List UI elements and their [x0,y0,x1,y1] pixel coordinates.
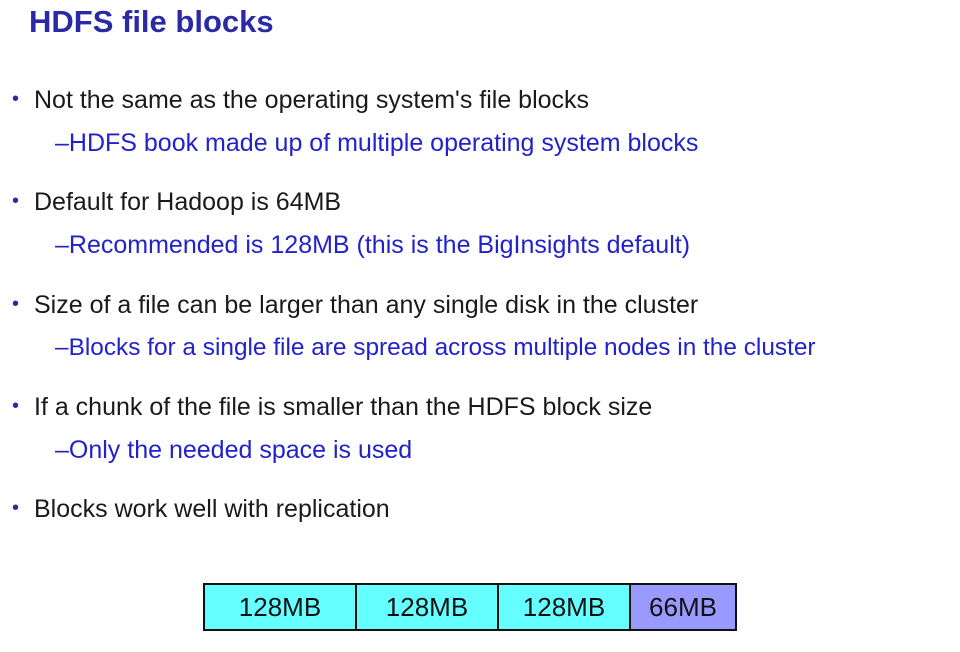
bullet-list: • Not the same as the operating system's … [0,0,960,560]
bullet-dot-icon: • [12,190,20,212]
block-cell: 128MB [357,585,499,629]
bullet-dot-icon: • [12,88,20,110]
bullet-text: Default for Hadoop is 64MB [34,188,342,216]
file-block-diagram: 128MB 128MB 128MB 66MB [203,583,737,631]
bullet-dot-icon: • [12,293,20,315]
bullet-text: Size of a file can be larger than any si… [34,291,699,319]
bullet-text: Not the same as the operating system's f… [34,86,590,114]
block-cell: 128MB [205,585,357,629]
bullet-dot-icon: • [12,497,20,519]
bullet-dot-icon: • [12,395,20,417]
sub-bullet-text: –Only the needed space is used [55,436,413,464]
sub-bullet-text: –Blocks for a single file are spread acr… [55,334,816,361]
sub-bullet-text: –Recommended is 128MB (this is the BigIn… [55,231,691,259]
block-cell: 66MB [631,585,735,629]
bullet-text: If a chunk of the file is smaller than t… [34,393,653,421]
block-cell: 128MB [499,585,631,629]
sub-bullet-text: –HDFS book made up of multiple operating… [55,129,699,157]
bullet-text: Blocks work well with replication [34,495,390,523]
